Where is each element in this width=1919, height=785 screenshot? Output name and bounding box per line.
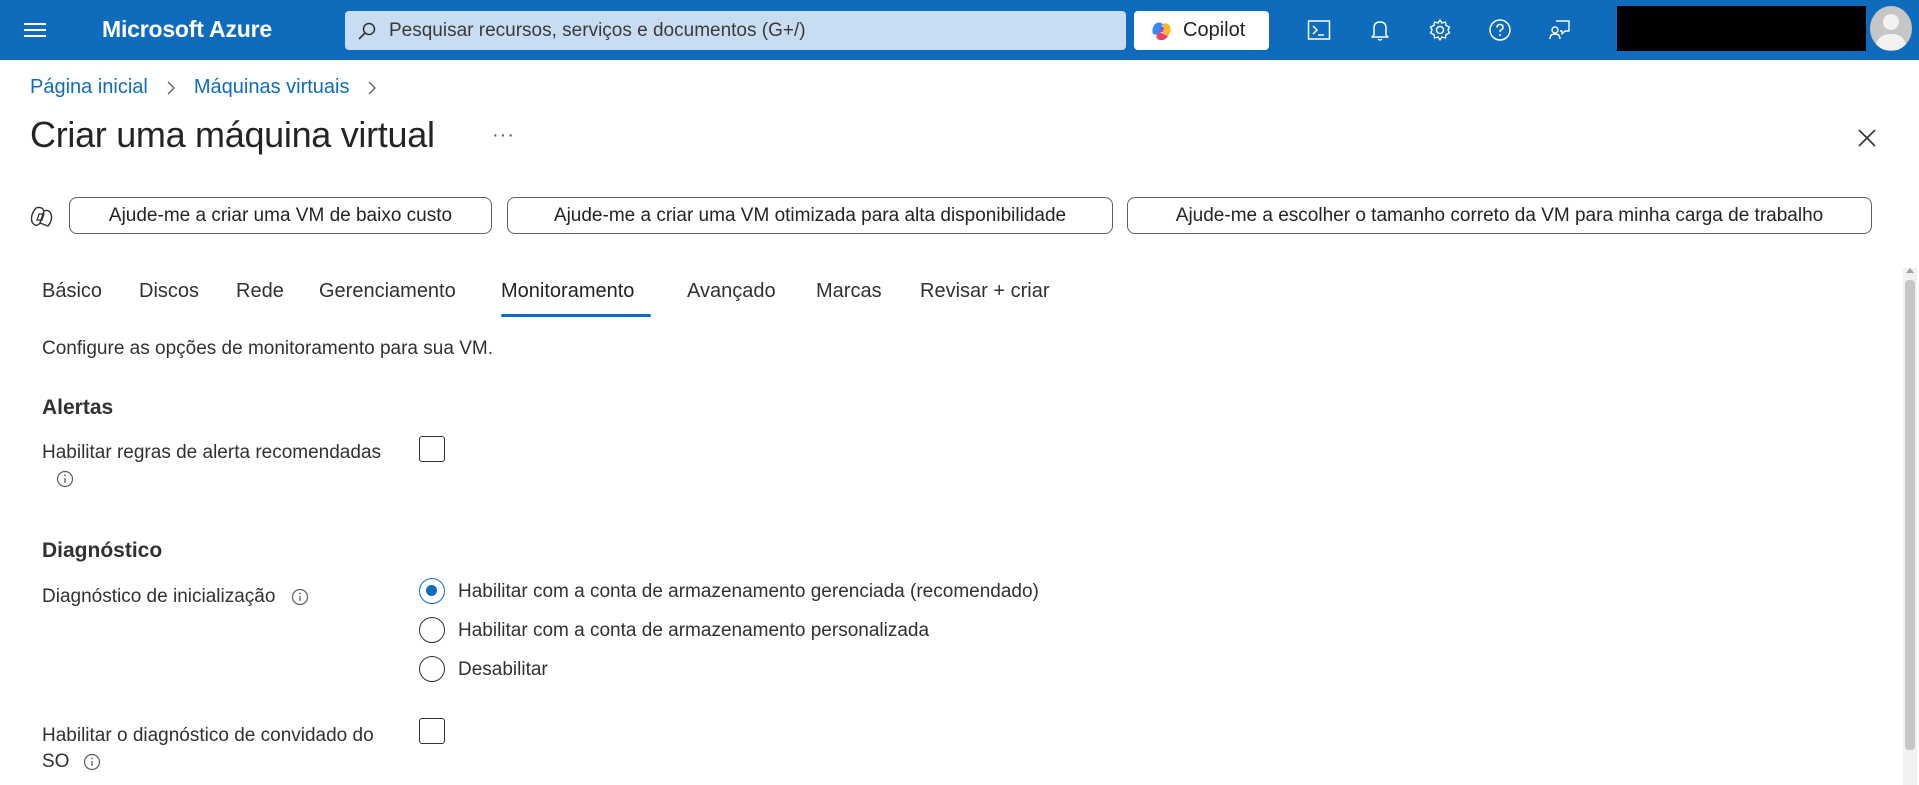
tab-discos[interactable]: Discos (139, 280, 199, 303)
chevron-right-icon (369, 81, 377, 94)
search-input[interactable] (389, 11, 1109, 50)
tab-avancado[interactable]: Avançado (687, 280, 776, 303)
notifications-icon[interactable] (1362, 12, 1398, 48)
copilot-label: Copilot (1183, 19, 1246, 41)
breadcrumb-virtual-machines[interactable]: Máquinas virtuais (194, 76, 350, 99)
boot-diagnostics-custom-label[interactable]: Habilitar com a conta de armazenamento p… (458, 620, 929, 642)
tab-marcas[interactable]: Marcas (816, 280, 882, 303)
page-title: Criar uma máquina virtual (30, 114, 435, 155)
active-tab-indicator (501, 314, 651, 317)
boot-diagnostics-custom-radio[interactable] (419, 617, 445, 643)
copilot-suggestions-icon (30, 206, 53, 227)
enable-alert-rules-checkbox[interactable] (419, 436, 445, 462)
feedback-icon[interactable] (1542, 12, 1578, 48)
guest-os-diagnostics-checkbox[interactable] (419, 718, 445, 744)
search-icon (358, 22, 376, 40)
boot-diagnostics-disable-radio[interactable] (419, 656, 445, 682)
guest-os-diagnostics-label: Habilitar o diagnóstico de convidado do … (42, 723, 374, 775)
tab-revisar-criar[interactable]: Revisar + criar (920, 280, 1049, 303)
breadcrumb-home[interactable]: Página inicial (30, 76, 148, 99)
boot-diagnostics-managed-label[interactable]: Habilitar com a conta de armazenamento g… (458, 581, 1039, 603)
diagnostics-heading: Diagnóstico (42, 539, 163, 562)
top-bar: Microsoft Azure Copilot (0, 0, 1919, 60)
suggestion-vm-size[interactable]: Ajude-me a escolher o tamanho correto da… (1127, 197, 1872, 234)
suggestion-high-availability-vm[interactable]: Ajude-me a criar uma VM otimizada para a… (507, 197, 1113, 234)
avatar[interactable] (1870, 6, 1912, 51)
search-box[interactable] (345, 11, 1126, 50)
breadcrumb: Página inicial Máquinas virtuais (30, 76, 395, 99)
settings-icon[interactable] (1422, 12, 1458, 48)
boot-diagnostics-label: Diagnóstico de inicialização (42, 584, 309, 610)
tab-basico[interactable]: Básico (42, 280, 102, 303)
cloud-shell-icon[interactable] (1301, 12, 1337, 48)
info-icon[interactable] (83, 753, 101, 771)
enable-alert-rules-text: Habilitar regras de alerta recomendadas (42, 442, 382, 463)
boot-diagnostics-disable-label[interactable]: Desabilitar (458, 659, 548, 681)
guest-os-diagnostics-text-2: SO (42, 751, 70, 772)
tab-monitoramento[interactable]: Monitoramento (501, 280, 634, 303)
boot-diagnostics-text: Diagnóstico de inicialização (42, 586, 276, 607)
scrollbar[interactable] (1903, 268, 1917, 785)
info-icon[interactable] (291, 588, 309, 606)
tab-rede[interactable]: Rede (236, 280, 284, 303)
boot-diagnostics-managed-radio[interactable] (419, 578, 445, 604)
more-options-button[interactable]: ··· (492, 124, 515, 147)
suggestion-low-cost-vm[interactable]: Ajude-me a criar uma VM de baixo custo (69, 197, 492, 234)
tab-gerenciamento[interactable]: Gerenciamento (319, 280, 456, 303)
help-icon[interactable] (1482, 12, 1518, 48)
enable-alert-rules-label: Habilitar regras de alerta recomendadas (42, 440, 381, 492)
scrollbar-thumb[interactable] (1905, 280, 1915, 750)
brand-title[interactable]: Microsoft Azure (102, 16, 272, 43)
close-icon[interactable] (1855, 126, 1879, 150)
guest-os-diagnostics-text-1: Habilitar o diagnóstico de convidado do (42, 725, 374, 746)
account-info[interactable] (1617, 6, 1866, 51)
alerts-heading: Alertas (42, 396, 114, 419)
menu-icon[interactable] (20, 17, 50, 43)
chevron-right-icon (167, 81, 175, 94)
scroll-up-arrow[interactable] (1906, 268, 1914, 273)
copilot-icon (1152, 22, 1171, 41)
copilot-button[interactable]: Copilot (1134, 11, 1269, 50)
tab-description: Configure as opções de monitoramento par… (42, 338, 493, 359)
info-icon[interactable] (56, 470, 74, 488)
